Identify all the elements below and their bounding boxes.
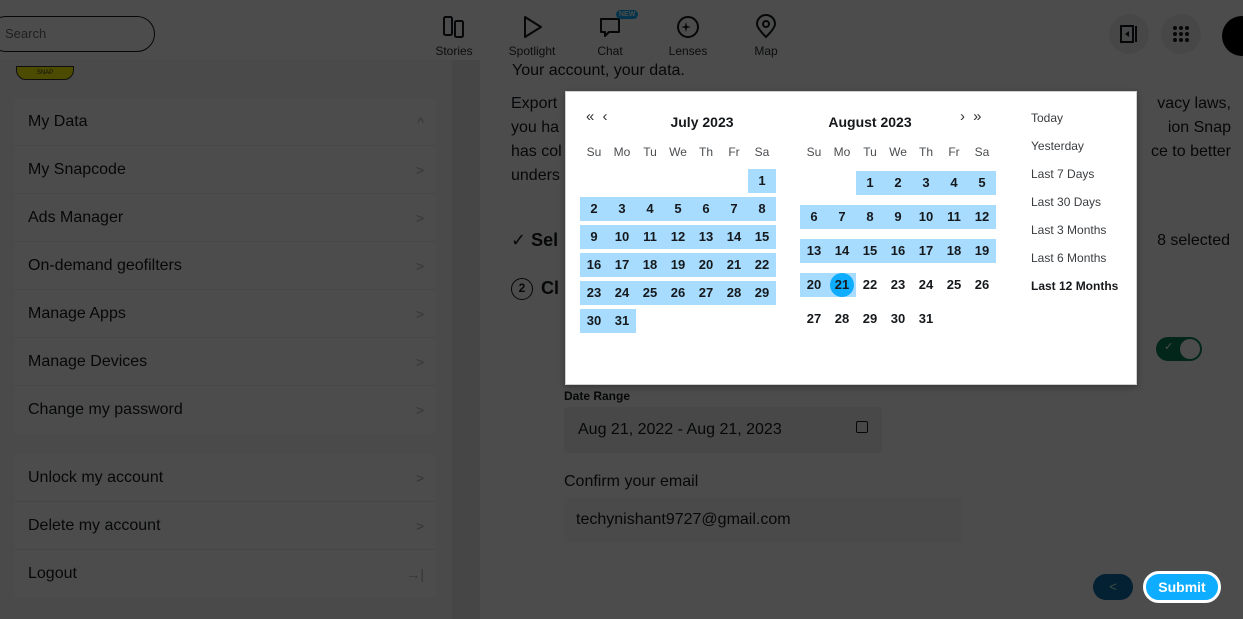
calendar-day[interactable]: 1 <box>856 171 884 195</box>
calendar-day[interactable]: 12 <box>664 225 692 249</box>
preset-option[interactable]: Yesterday <box>1031 138 1118 166</box>
calendar-day[interactable]: 16 <box>884 239 912 263</box>
weekday-header: Th <box>918 145 933 159</box>
calendar-day[interactable]: 5 <box>968 171 996 195</box>
calendar-day[interactable]: 21 <box>720 253 748 277</box>
calendar-day[interactable]: 24 <box>608 281 636 305</box>
calendar-day[interactable]: 5 <box>664 197 692 221</box>
calendar-day[interactable]: 22 <box>856 273 884 297</box>
preset-option[interactable]: Today <box>1031 110 1118 138</box>
calendar-day[interactable]: 25 <box>940 273 968 297</box>
calendar-day[interactable]: 3 <box>608 197 636 221</box>
calendar-day[interactable]: 3 <box>912 171 940 195</box>
calendar-day[interactable]: 4 <box>636 197 664 221</box>
calendar-day[interactable]: 7 <box>720 197 748 221</box>
calendar-day[interactable]: 29 <box>748 281 776 305</box>
calendar-day[interactable]: 18 <box>636 253 664 277</box>
weekday-header: Fr <box>948 145 960 159</box>
weekday-header: Th <box>698 145 713 159</box>
calendar-day[interactable]: 12 <box>968 205 996 229</box>
calendar-day[interactable]: 7 <box>828 205 856 229</box>
month-title: July 2023 <box>670 114 734 130</box>
calendar-day[interactable]: 8 <box>856 205 884 229</box>
preset-option[interactable]: Last 3 Months <box>1031 222 1118 250</box>
calendar-day[interactable]: 28 <box>828 307 856 331</box>
calendar-day[interactable]: 25 <box>636 281 664 305</box>
calendar-day[interactable]: 2 <box>884 171 912 195</box>
weekday-header: Mo <box>613 145 631 159</box>
calendar-day[interactable]: 15 <box>856 239 884 263</box>
calendar-day[interactable]: 28 <box>720 281 748 305</box>
calendar-day[interactable]: 23 <box>580 281 608 305</box>
calendar-day[interactable]: 26 <box>968 273 996 297</box>
calendar-day[interactable]: 9 <box>884 205 912 229</box>
calendar-day[interactable]: 10 <box>608 225 636 249</box>
calendar-day[interactable]: 6 <box>800 205 828 229</box>
calendar-day[interactable]: 1 <box>748 169 776 193</box>
calendar-day[interactable]: 16 <box>580 253 608 277</box>
month-title: August 2023 <box>828 114 912 130</box>
weekday-header: Fr <box>728 145 740 159</box>
calendar-day[interactable]: 17 <box>912 239 940 263</box>
calendar-day[interactable]: 23 <box>884 273 912 297</box>
calendar-day[interactable]: 2 <box>580 197 608 221</box>
weekday-header: We <box>889 145 907 159</box>
submit-button[interactable]: Submit <box>1143 571 1221 603</box>
calendar-day[interactable]: 27 <box>692 281 720 305</box>
weekday-header: We <box>669 145 687 159</box>
weekday-header: Tu <box>643 145 657 159</box>
calendar-day[interactable]: 11 <box>940 205 968 229</box>
weekday-header: Tu <box>863 145 877 159</box>
calendar-day[interactable]: 31 <box>912 307 940 331</box>
weekday-header: Mo <box>833 145 851 159</box>
calendar-day[interactable]: 6 <box>692 197 720 221</box>
weekday-header: Su <box>586 145 602 159</box>
calendar-day[interactable]: 29 <box>856 307 884 331</box>
calendar-day[interactable]: 13 <box>800 239 828 263</box>
weekday-header: Sa <box>754 145 770 159</box>
preset-option[interactable]: Last 30 Days <box>1031 194 1118 222</box>
calendar-day[interactable]: 14 <box>828 239 856 263</box>
calendar-day[interactable]: 30 <box>884 307 912 331</box>
calendar-day[interactable]: 19 <box>968 239 996 263</box>
calendar-day[interactable]: 30 <box>580 309 608 333</box>
calendar-day[interactable]: 20 <box>692 253 720 277</box>
calendar-day[interactable]: 10 <box>912 205 940 229</box>
calendar-day[interactable]: 4 <box>940 171 968 195</box>
calendar-day-selected[interactable]: 21 <box>828 273 856 297</box>
weekday-header: Sa <box>974 145 990 159</box>
preset-option[interactable]: Last 7 Days <box>1031 166 1118 194</box>
calendar-day[interactable]: 11 <box>636 225 664 249</box>
calendar-day[interactable]: 31 <box>608 309 636 333</box>
weekday-header: Su <box>806 145 822 159</box>
preset-option[interactable]: Last 12 Months <box>1031 278 1118 306</box>
date-range-picker: « ‹ July 2023 Su Mo Tu We Th Fr Sa 1 2 3 4 5 6 7 8 9 10 1… <box>565 91 1137 385</box>
calendar-day[interactable]: 19 <box>664 253 692 277</box>
calendar-day[interactable]: 17 <box>608 253 636 277</box>
calendar-day[interactable]: 14 <box>720 225 748 249</box>
calendar-day[interactable]: 20 <box>800 273 828 297</box>
calendar-day[interactable]: 24 <box>912 273 940 297</box>
next-month-arrows[interactable]: › » <box>960 108 984 125</box>
calendar-day[interactable]: 9 <box>580 225 608 249</box>
calendar-day[interactable]: 15 <box>748 225 776 249</box>
calendar-day[interactable]: 18 <box>940 239 968 263</box>
preset-option[interactable]: Last 6 Months <box>1031 250 1118 278</box>
calendar-day[interactable]: 26 <box>664 281 692 305</box>
calendar-day[interactable]: 27 <box>800 307 828 331</box>
calendar-day[interactable]: 22 <box>748 253 776 277</box>
calendar-day[interactable]: 8 <box>748 197 776 221</box>
calendar-day[interactable]: 13 <box>692 225 720 249</box>
preset-list: Today Yesterday Last 7 Days Last 30 Days Las… <box>1031 110 1118 306</box>
